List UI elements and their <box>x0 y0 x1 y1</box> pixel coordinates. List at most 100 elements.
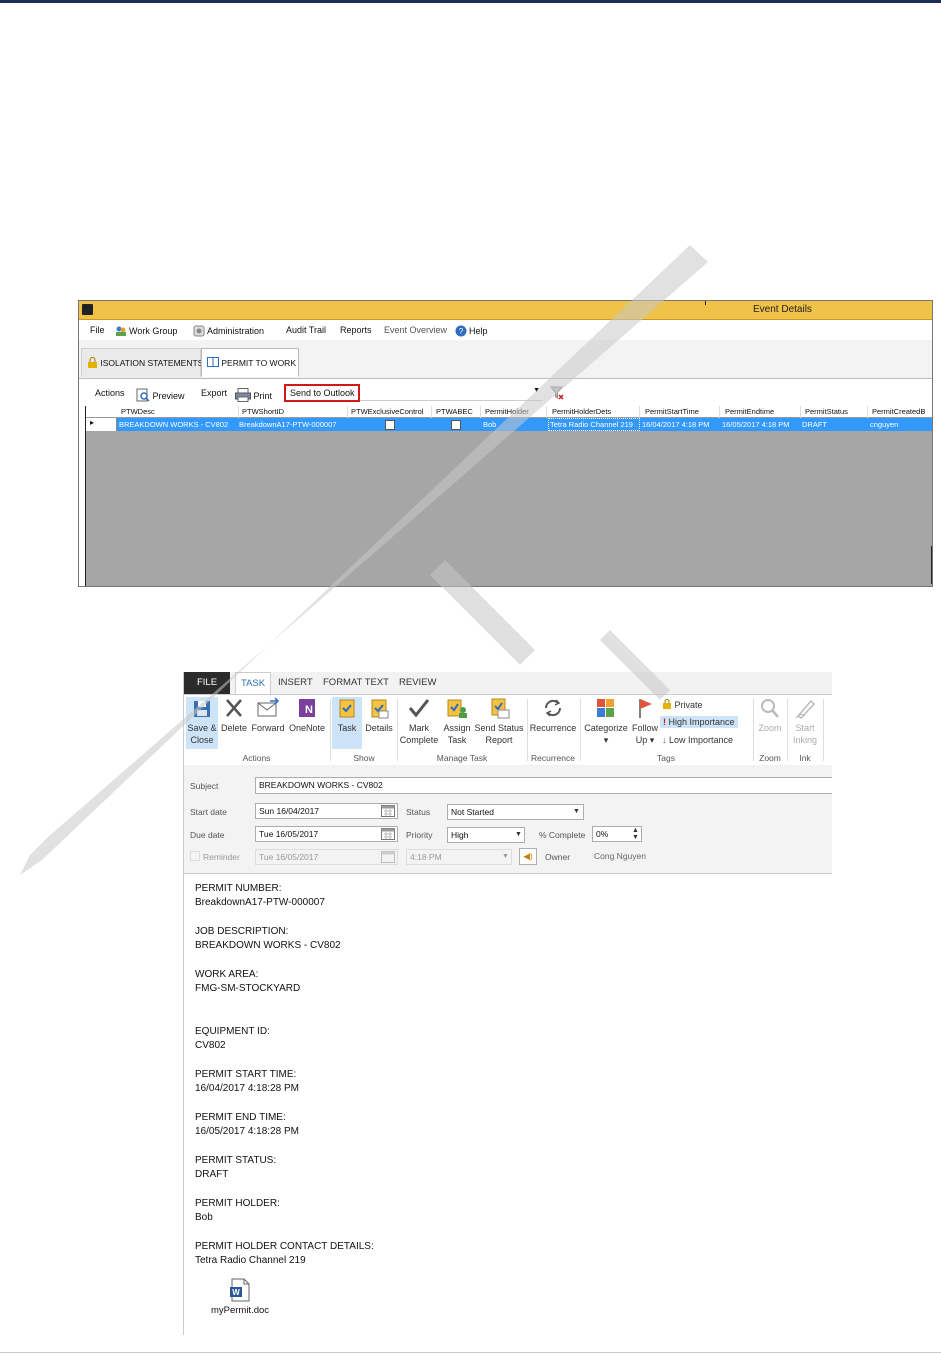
reminder-checkbox[interactable] <box>190 851 200 861</box>
start-date-input[interactable]: Sun 16/04/2017 <box>255 803 398 819</box>
assign-task-button[interactable]: Assign Task <box>441 697 473 749</box>
recurrence-button[interactable]: Recurrence <box>528 697 578 749</box>
categorize-icon <box>597 699 614 717</box>
due-date-input[interactable]: Tue 16/05/2017 <box>255 826 398 842</box>
col-header[interactable]: PermitHolder <box>485 407 547 416</box>
exclusive-control-checkbox[interactable] <box>385 420 395 430</box>
send-status-report-button[interactable]: Send Status Report <box>474 697 524 749</box>
priority-select[interactable]: High <box>447 827 525 843</box>
menu-event-overview[interactable]: Event Overview <box>384 325 447 335</box>
col-header[interactable]: PTWExclusiveControl <box>351 407 435 416</box>
high-importance-label: High Importance <box>668 717 735 727</box>
details-icon <box>371 699 389 719</box>
table-row[interactable]: ▸ BREAKDOWN WORKS - CV802 BreakdownA17-P… <box>86 418 932 431</box>
cell-holder[interactable]: Bob <box>483 420 545 429</box>
tab-insert[interactable]: INSERT <box>278 672 313 694</box>
tab-format-text[interactable]: FORMAT TEXT <box>323 672 389 694</box>
export-button[interactable]: Export <box>201 388 227 398</box>
col-divider <box>480 406 481 418</box>
col-header[interactable]: PermitStatus <box>805 407 867 416</box>
status-label: Status <box>406 807 431 817</box>
tab-task[interactable]: TASK <box>235 672 272 694</box>
ribbon: Save & Close Delete Forward N OneNote Act… <box>184 694 832 766</box>
subject-input[interactable]: BREAKDOWN WORKS - CV802 <box>255 777 832 794</box>
status-select[interactable]: Not Started <box>447 804 584 820</box>
task-body[interactable]: PERMIT NUMBER: BreakdownA17-PTW-000007 J… <box>184 874 832 1334</box>
col-header[interactable]: PTWShortID <box>242 407 342 416</box>
svg-text:W: W <box>232 1288 240 1297</box>
body-label: EQUIPMENT ID: <box>195 1026 270 1037</box>
cell-status[interactable]: DRAFT <box>802 420 864 429</box>
tab-review[interactable]: REVIEW <box>399 672 436 694</box>
print-label: Print <box>253 391 273 401</box>
menu-work-group[interactable]: Work Group <box>115 325 177 337</box>
details-button[interactable]: Details <box>363 697 395 749</box>
chevron-down-icon: ▼ <box>502 853 509 860</box>
cell-start[interactable]: 16/04/2017 4:18 PM <box>642 420 718 429</box>
onenote-button[interactable]: N OneNote <box>287 697 327 749</box>
cell-end[interactable]: 16/05/2017 4:18 PM <box>722 420 800 429</box>
menu-work-group-label: Work Group <box>129 326 178 336</box>
attachment[interactable]: W myPermit.doc <box>205 1278 275 1316</box>
cell-short-id[interactable]: BreakdownA17-PTW-000007 <box>239 420 346 429</box>
private-button[interactable]: Private <box>662 699 703 710</box>
col-header[interactable]: PermitEndtime <box>725 407 800 416</box>
zoom-button[interactable]: Zoom <box>755 697 785 749</box>
col-header[interactable]: PermitStartTime <box>645 407 720 416</box>
preview-button[interactable]: Preview <box>136 388 185 402</box>
calendar-icon[interactable] <box>381 851 395 863</box>
speaker-icon[interactable]: ◀) <box>519 848 537 865</box>
tab-isolation-statements-label: ISOLATION STATEMENTS <box>100 358 204 368</box>
col-header[interactable]: PTWABEC <box>436 407 484 416</box>
delete-button[interactable]: Delete <box>219 697 249 749</box>
print-button[interactable]: Print <box>235 388 272 402</box>
save-close-label-1: Save & <box>187 723 217 733</box>
follow-up-button[interactable]: Follow Up ▾ <box>630 697 660 749</box>
reminder-time-input[interactable]: 4:18 PM <box>406 849 512 865</box>
menu-audit-trail[interactable]: Audit Trail <box>286 325 326 335</box>
tab-isolation-statements[interactable]: ISOLATION STATEMENTS <box>81 348 204 377</box>
high-importance-button[interactable]: ! High Importance <box>660 716 738 728</box>
delete-icon <box>226 699 242 717</box>
group-ink: Ink <box>799 753 811 763</box>
stepper-icon[interactable]: ▲ ▼ <box>632 827 639 841</box>
filter-clear-icon[interactable] <box>550 386 564 400</box>
actions-button[interactable]: Actions <box>95 388 125 398</box>
cell-holder-dets[interactable]: Tetra Radio Channel 219 <box>548 418 640 431</box>
cell-desc[interactable]: BREAKDOWN WORKS - CV802 <box>119 420 237 429</box>
cell-created-by[interactable]: cnguyen <box>870 420 930 429</box>
row-selector[interactable]: ▸ <box>86 418 117 431</box>
save-close-icon <box>194 701 210 717</box>
task-view-button[interactable]: Task <box>332 697 362 749</box>
body-label: WORK AREA: <box>195 969 259 980</box>
menu-file[interactable]: File <box>90 325 105 335</box>
book-icon <box>207 357 219 367</box>
owner-value: Cong Nguyen <box>594 851 646 861</box>
forward-button[interactable]: Forward <box>250 697 286 749</box>
col-header[interactable]: PTWDesc <box>121 407 231 416</box>
low-importance-button[interactable]: ↓ Low Importance <box>662 735 733 745</box>
layout-combo[interactable]: ▼ <box>360 386 542 401</box>
col-divider <box>238 406 239 418</box>
mark-complete-button[interactable]: Mark Complete <box>398 697 440 749</box>
categorize-button[interactable]: Categorize ▾ <box>582 697 630 749</box>
menu-reports[interactable]: Reports <box>340 325 372 335</box>
col-header[interactable]: PermitCreatedB <box>872 407 932 416</box>
send-label-1: Send Status <box>474 723 524 733</box>
send-to-outlook-button[interactable]: Send to Outlook <box>284 384 360 402</box>
tab-permit-to-work[interactable]: PERMIT TO WORK <box>201 348 299 377</box>
start-inking-button[interactable]: Start Inking <box>789 697 821 749</box>
body-label: JOB DESCRIPTION: <box>195 926 289 937</box>
save-close-button[interactable]: Save & Close <box>186 697 218 749</box>
calendar-icon[interactable] <box>381 805 395 817</box>
priority-label: Priority <box>406 830 433 840</box>
abec-checkbox[interactable] <box>451 420 461 430</box>
reminder-date-input[interactable]: Tue 16/05/2017 <box>255 849 398 865</box>
menu-help[interactable]: ? Help <box>455 325 488 337</box>
module-tabs: ISOLATION STATEMENTS PERMIT TO WORK <box>79 340 932 379</box>
tab-file[interactable]: FILE <box>184 672 230 694</box>
col-header[interactable]: PermitHolderDets <box>552 407 640 416</box>
body-label: PERMIT NUMBER: <box>195 883 282 894</box>
menu-administration[interactable]: Administration <box>193 325 264 337</box>
calendar-icon[interactable] <box>381 828 395 840</box>
